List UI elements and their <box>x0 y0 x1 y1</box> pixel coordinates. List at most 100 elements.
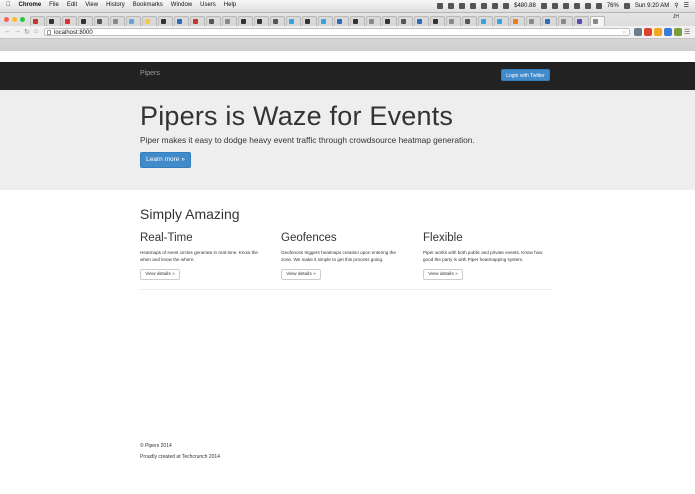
bookmark-star-icon[interactable]: ☆ <box>622 29 627 37</box>
view-details-button[interactable]: View details » <box>140 269 180 280</box>
browser-tab[interactable] <box>222 16 237 26</box>
feature-text: Heatmaps of event circles generate in re… <box>140 250 258 262</box>
menu-edit[interactable]: Edit <box>67 2 77 8</box>
login-twitter-button[interactable]: Login with Twitter <box>501 69 550 81</box>
browser-tab[interactable] <box>78 16 93 26</box>
extension-icon[interactable] <box>644 28 652 36</box>
browser-tab[interactable] <box>478 16 493 26</box>
browser-tab[interactable] <box>126 16 141 26</box>
browser-tab[interactable] <box>590 16 605 26</box>
home-icon[interactable]: ⌂ <box>34 28 38 35</box>
wifi-icon[interactable] <box>584 2 591 9</box>
close-window-icon[interactable] <box>4 17 9 22</box>
browser-tab[interactable] <box>382 16 397 26</box>
status-icon[interactable] <box>481 2 488 9</box>
browser-tab[interactable] <box>462 16 477 26</box>
status-icon[interactable] <box>503 2 510 9</box>
user-badge[interactable]: JH <box>673 14 679 20</box>
menu-file[interactable]: File <box>49 2 59 8</box>
browser-tab[interactable] <box>350 16 365 26</box>
browser-tab[interactable] <box>430 16 445 26</box>
battery-icon[interactable] <box>623 2 630 9</box>
tab-favicon-icon <box>145 19 150 24</box>
browser-tab[interactable] <box>206 16 221 26</box>
browser-tab[interactable] <box>510 16 525 26</box>
browser-tab[interactable] <box>270 16 285 26</box>
browser-tab[interactable] <box>574 16 589 26</box>
browser-tab[interactable] <box>398 16 413 26</box>
status-icon[interactable] <box>437 2 444 9</box>
view-details-button[interactable]: View details » <box>423 269 463 280</box>
browser-tab[interactable] <box>254 16 269 26</box>
menu-view[interactable]: View <box>85 2 98 8</box>
extension-icon[interactable] <box>664 28 672 36</box>
forward-icon[interactable]: → <box>14 28 21 35</box>
battery-percent[interactable]: 76% <box>607 3 619 9</box>
browser-tab[interactable] <box>542 16 557 26</box>
clock[interactable]: Sun 9:20 AM <box>635 3 669 9</box>
status-icon[interactable] <box>562 2 569 9</box>
tab-favicon-icon <box>305 19 310 24</box>
browser-tab[interactable] <box>526 16 541 26</box>
menu-icon[interactable]: ☰ <box>684 28 690 36</box>
view-details-button[interactable]: View details » <box>281 269 321 280</box>
browser-tab[interactable] <box>446 16 461 26</box>
browser-tab[interactable] <box>30 16 45 26</box>
zoom-window-icon[interactable] <box>20 17 25 22</box>
browser-tab[interactable] <box>142 16 157 26</box>
browser-tab[interactable] <box>46 16 61 26</box>
menu-users[interactable]: Users <box>200 2 216 8</box>
minimize-window-icon[interactable] <box>12 17 17 22</box>
menu-bookmarks[interactable]: Bookmarks <box>133 2 163 8</box>
back-icon[interactable]: ← <box>4 28 11 35</box>
jumbotron: Pipers is Waze for Events Piper makes it… <box>0 90 695 190</box>
tab-favicon-icon <box>225 19 230 24</box>
stock-price[interactable]: $480.88 <box>514 3 536 9</box>
menu-window[interactable]: Window <box>171 2 192 8</box>
browser-tab[interactable] <box>190 16 205 26</box>
tab-favicon-icon <box>577 19 582 24</box>
browser-tab[interactable] <box>286 16 301 26</box>
browser-tab[interactable] <box>110 16 125 26</box>
menu-help[interactable]: Help <box>224 2 236 8</box>
status-icon[interactable] <box>448 2 455 9</box>
feature-title: Flexible <box>423 232 463 244</box>
status-icon[interactable] <box>470 2 477 9</box>
bluetooth-icon[interactable] <box>573 2 580 9</box>
extension-icon[interactable] <box>674 28 682 36</box>
apple-icon[interactable]:  <box>6 2 11 8</box>
status-icon[interactable] <box>459 2 466 9</box>
notification-center-icon[interactable]: ☰ <box>684 2 689 9</box>
brand-link[interactable]: Pipers <box>140 70 160 77</box>
learn-more-button[interactable]: Learn more » <box>140 152 191 168</box>
browser-tab[interactable] <box>94 16 109 26</box>
browser-tab[interactable] <box>174 16 189 26</box>
status-icon[interactable] <box>492 2 499 9</box>
tab-favicon-icon <box>401 19 406 24</box>
tab-favicon-icon <box>545 19 550 24</box>
menu-app-name[interactable]: Chrome <box>19 2 42 8</box>
browser-tab[interactable] <box>158 16 173 26</box>
browser-tab[interactable] <box>414 16 429 26</box>
tab-favicon-icon <box>513 19 518 24</box>
menu-history[interactable]: History <box>106 2 125 8</box>
extension-icon[interactable] <box>654 28 662 36</box>
browser-tab[interactable] <box>494 16 509 26</box>
browser-tab[interactable] <box>558 16 573 26</box>
browser-tab[interactable] <box>334 16 349 26</box>
status-icon[interactable] <box>540 2 547 9</box>
browser-tab[interactable] <box>318 16 333 26</box>
address-bar[interactable]: localhost:8000 ☆ <box>44 28 630 36</box>
browser-tab[interactable] <box>238 16 253 26</box>
spotlight-icon[interactable]: ⚲ <box>674 2 678 9</box>
reload-icon[interactable]: ↻ <box>24 28 30 36</box>
status-icon[interactable] <box>551 2 558 9</box>
browser-tab[interactable] <box>62 16 77 26</box>
browser-tab[interactable] <box>366 16 381 26</box>
volume-icon[interactable] <box>595 2 602 9</box>
tab-favicon-icon <box>209 19 214 24</box>
footer-copyright: © Pipers 2014 <box>140 443 172 449</box>
browser-tab[interactable] <box>302 16 317 26</box>
tab-favicon-icon <box>593 19 598 24</box>
extension-icon[interactable] <box>634 28 642 36</box>
